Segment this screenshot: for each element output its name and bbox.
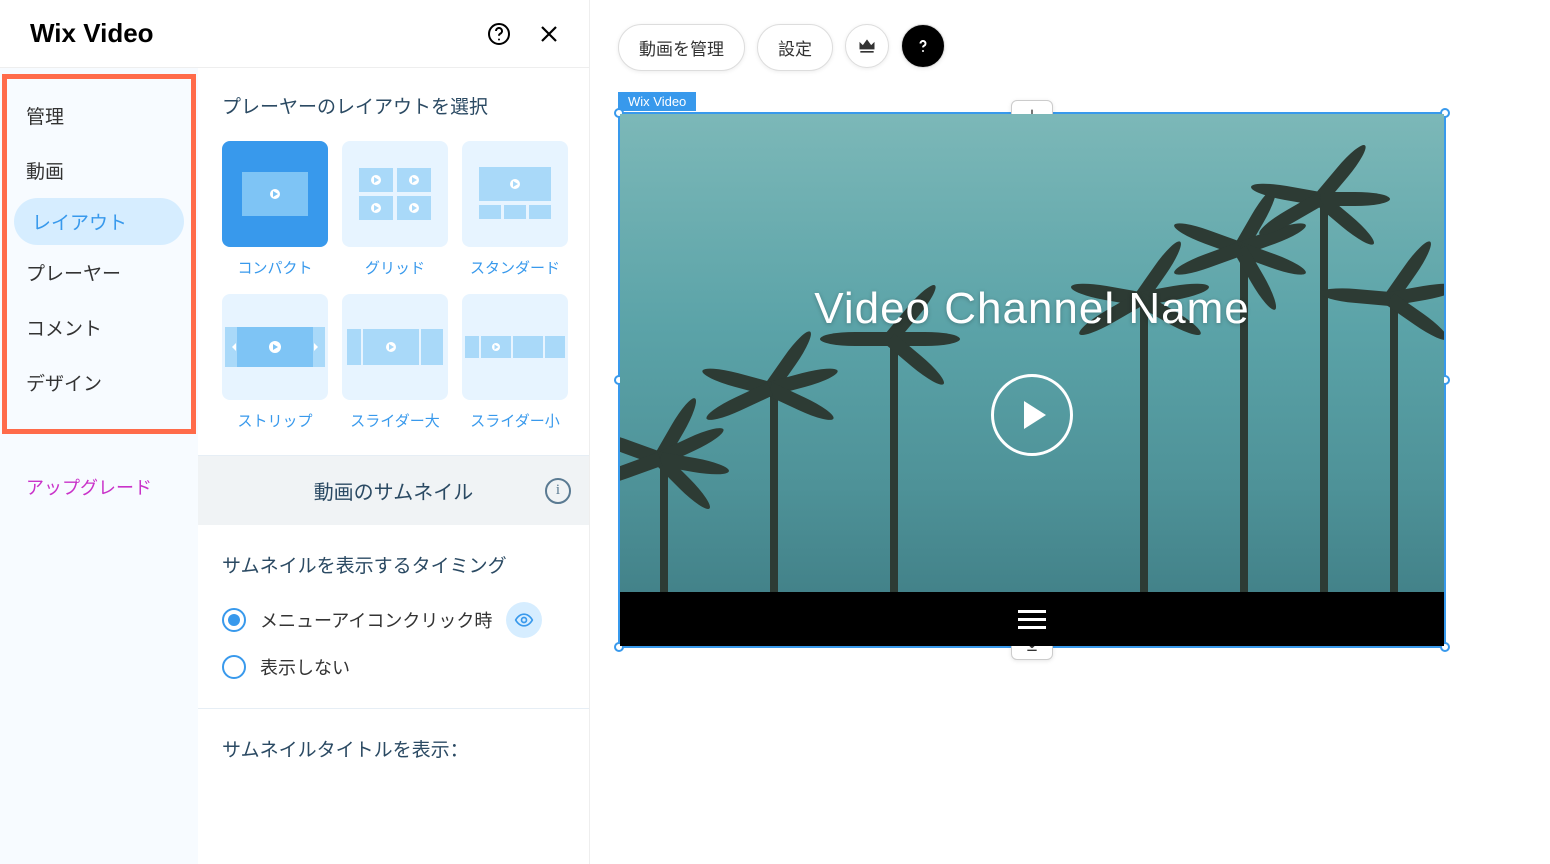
video-preview: Video Channel Name bbox=[620, 114, 1444, 646]
help-icon[interactable] bbox=[485, 20, 513, 48]
panel-body: 管理 動画 レイアウト プレーヤー コメント デザイン アップグレード プレーヤ… bbox=[0, 67, 589, 864]
panel-header: Wix Video bbox=[0, 0, 589, 67]
layout-option-slider-big[interactable] bbox=[342, 294, 448, 400]
radio-icon bbox=[222, 655, 246, 679]
video-bottom-bar bbox=[620, 592, 1444, 646]
layout-label-slider-big: スライダー大 bbox=[350, 410, 439, 431]
layout-option-strip[interactable] bbox=[222, 294, 328, 400]
layout-option-compact[interactable] bbox=[222, 141, 328, 247]
nav-item-layout[interactable]: レイアウト bbox=[14, 198, 184, 245]
video-channel-title: Video Channel Name bbox=[620, 284, 1444, 334]
crown-icon[interactable] bbox=[845, 24, 889, 68]
settings-button[interactable]: 設定 bbox=[757, 24, 833, 71]
play-button-icon[interactable] bbox=[991, 374, 1073, 456]
widget-tag: Wix Video bbox=[618, 92, 696, 111]
toolbar-help-icon[interactable] bbox=[901, 24, 945, 68]
thumbnail-section-title: 動画のサムネイル bbox=[314, 476, 474, 505]
layout-label-slider-small: スライダー小 bbox=[470, 410, 559, 431]
radio-icon bbox=[222, 608, 246, 632]
layout-label-compact: コンパクト bbox=[237, 257, 312, 278]
thumbnail-section-header: 動画のサムネイル i bbox=[198, 456, 589, 525]
layout-option-standard[interactable] bbox=[462, 141, 568, 247]
close-icon[interactable] bbox=[535, 20, 563, 48]
element-toolbar: 動画を管理 設定 bbox=[590, 0, 1550, 71]
panel-header-actions bbox=[485, 20, 563, 48]
nav-item-comments[interactable]: コメント bbox=[0, 300, 198, 355]
video-widget-frame[interactable]: Wix Video bbox=[618, 112, 1446, 648]
layout-option-slider-small[interactable] bbox=[462, 294, 568, 400]
layout-option-grid[interactable] bbox=[342, 141, 448, 247]
radio-label: メニューアイコンクリック時 bbox=[260, 607, 492, 633]
settings-panel: Wix Video 管理 動画 レイアウト プレーヤー コメント デザイン bbox=[0, 0, 590, 864]
radio-option-none[interactable]: 表示しない bbox=[222, 646, 579, 688]
info-icon[interactable]: i bbox=[545, 478, 571, 504]
layout-label-grid: グリッド bbox=[365, 257, 425, 278]
radio-option-menu-click[interactable]: メニューアイコンクリック時 bbox=[222, 594, 579, 646]
nav-item-manage[interactable]: 管理 bbox=[0, 88, 198, 143]
nav-item-video[interactable]: 動画 bbox=[0, 143, 198, 198]
panel-title: Wix Video bbox=[30, 18, 154, 49]
thumbnail-timing-heading: サムネイルを表示するタイミング bbox=[222, 551, 579, 578]
preview-eye-icon[interactable] bbox=[506, 602, 542, 638]
nav-item-design[interactable]: デザイン bbox=[0, 355, 198, 410]
editor-canvas: 動画を管理 設定 Wix Video bbox=[590, 0, 1550, 864]
thumbnail-title-heading: サムネイルタイトルを表示： bbox=[222, 735, 579, 762]
panel-nav: 管理 動画 レイアウト プレーヤー コメント デザイン アップグレード bbox=[0, 68, 198, 864]
menu-icon[interactable] bbox=[1018, 610, 1046, 629]
layout-heading: プレーヤーのレイアウトを選択 bbox=[222, 92, 579, 119]
nav-item-player[interactable]: プレーヤー bbox=[0, 245, 198, 300]
thumbnail-timing-section: サムネイルを表示するタイミング メニューアイコンクリック時 表示しない bbox=[222, 525, 579, 688]
layout-label-standard: スタンダード bbox=[470, 257, 560, 278]
layout-options-grid: コンパクト グリッド bbox=[222, 141, 579, 431]
manage-videos-button[interactable]: 動画を管理 bbox=[618, 24, 745, 71]
radio-label: 表示しない bbox=[260, 654, 350, 680]
nav-upgrade-link[interactable]: アップグレード bbox=[0, 460, 198, 514]
panel-content: プレーヤーのレイアウトを選択 コンパクト bbox=[198, 68, 589, 864]
layout-label-strip: ストリップ bbox=[237, 410, 312, 431]
